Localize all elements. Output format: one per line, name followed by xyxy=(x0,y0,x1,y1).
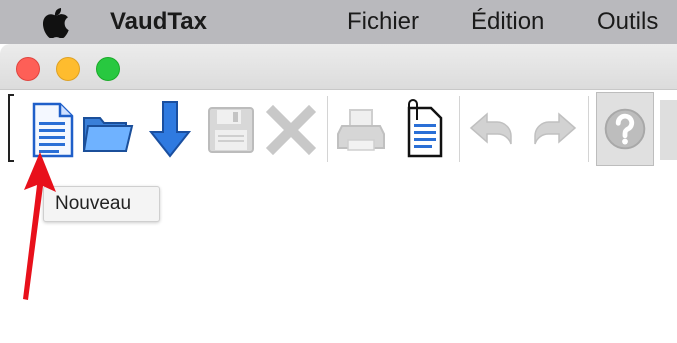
close-window-button[interactable] xyxy=(16,57,40,81)
window-titlebar xyxy=(0,44,677,90)
attachment-button[interactable] xyxy=(395,98,451,160)
tooltip: Nouveau xyxy=(43,186,160,222)
toolbar xyxy=(0,90,677,170)
download-arrow-icon xyxy=(148,101,192,158)
help-button[interactable] xyxy=(596,92,654,166)
annotation-arrow-icon xyxy=(23,152,56,300)
save-floppy-icon xyxy=(208,107,254,153)
save-button[interactable] xyxy=(203,98,259,160)
menu-edition[interactable]: Édition xyxy=(471,8,544,36)
redo-icon xyxy=(534,112,577,145)
delete-button[interactable] xyxy=(263,98,319,160)
redo-button[interactable] xyxy=(525,98,581,160)
toolbar-separator xyxy=(459,96,460,162)
toolbar-next-button-partial[interactable] xyxy=(660,100,677,160)
undo-icon xyxy=(469,112,512,145)
app-name[interactable]: VaudTax xyxy=(110,8,207,36)
minimize-window-button[interactable] xyxy=(56,57,80,81)
delete-x-icon xyxy=(265,104,317,156)
open-button[interactable] xyxy=(80,98,136,160)
undo-button[interactable] xyxy=(465,98,521,160)
import-button[interactable] xyxy=(143,98,199,160)
help-icon xyxy=(604,108,646,150)
print-button[interactable] xyxy=(334,98,390,160)
menu-outils[interactable]: Outils xyxy=(597,8,658,36)
menu-fichier[interactable]: Fichier xyxy=(347,8,419,36)
open-folder-icon xyxy=(82,117,134,152)
maximize-window-button[interactable] xyxy=(96,57,120,81)
menu-bar: VaudTax Fichier Édition Outils xyxy=(0,0,677,44)
printer-icon xyxy=(337,109,385,151)
toolbar-separator xyxy=(588,96,589,162)
attachment-document-icon xyxy=(407,99,443,158)
toolbar-separator xyxy=(327,96,328,162)
apple-icon[interactable] xyxy=(40,6,70,38)
